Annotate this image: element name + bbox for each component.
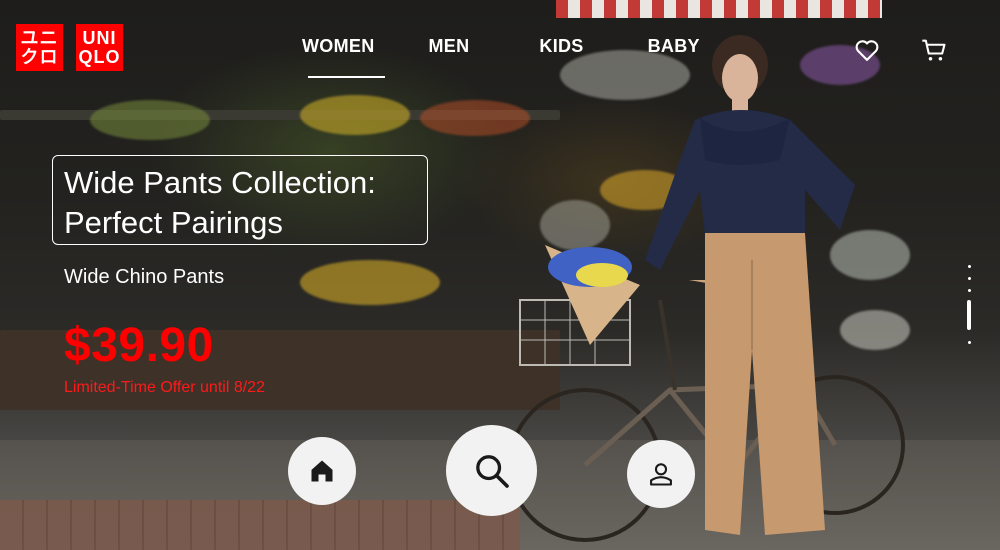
- logo-latin: UNI QLO: [76, 24, 123, 71]
- promo-title-box[interactable]: Wide Pants Collection: Perfect Pairings: [52, 155, 428, 245]
- scroll-indicator-dot: [968, 289, 971, 292]
- brick-pavement: [0, 500, 520, 550]
- search-button[interactable]: [446, 425, 537, 516]
- heart-icon[interactable]: [853, 36, 881, 64]
- scroll-indicator-dot: [968, 341, 971, 344]
- user-icon: [650, 463, 672, 486]
- account-button[interactable]: [627, 440, 695, 508]
- scroll-indicator-dot: [968, 265, 971, 268]
- category-nav: WOMEN MEN KIDS BABY: [300, 36, 702, 78]
- logo-katakana: ユニ クロ: [16, 24, 63, 71]
- flowers: [300, 95, 410, 135]
- brand-logo[interactable]: ユニ クロ UNI QLO: [16, 24, 123, 71]
- home-icon: [311, 460, 333, 482]
- nav-tab-men[interactable]: MEN: [427, 36, 472, 78]
- nav-tab-baby[interactable]: BABY: [646, 36, 702, 78]
- search-icon: [475, 454, 509, 488]
- nav-tab-women[interactable]: WOMEN: [300, 36, 384, 78]
- flowers: [420, 100, 530, 136]
- offer-text: Limited-Time Offer until 8/22: [64, 379, 265, 396]
- promo-title-line2: Perfect Pairings: [64, 205, 283, 240]
- shop-awning: [556, 0, 882, 18]
- home-button[interactable]: [288, 437, 356, 505]
- scroll-indicator-dot: [968, 277, 971, 280]
- flowers: [300, 260, 440, 305]
- promo-title-line1: Wide Pants Collection:: [64, 165, 376, 200]
- scroll-indicator-active[interactable]: [967, 300, 971, 330]
- flowers: [90, 100, 210, 140]
- product-name: Wide Chino Pants: [64, 266, 225, 288]
- product-price: $39.90: [64, 319, 214, 372]
- nav-tab-kids[interactable]: KIDS: [537, 36, 585, 78]
- cart-icon[interactable]: [920, 36, 948, 64]
